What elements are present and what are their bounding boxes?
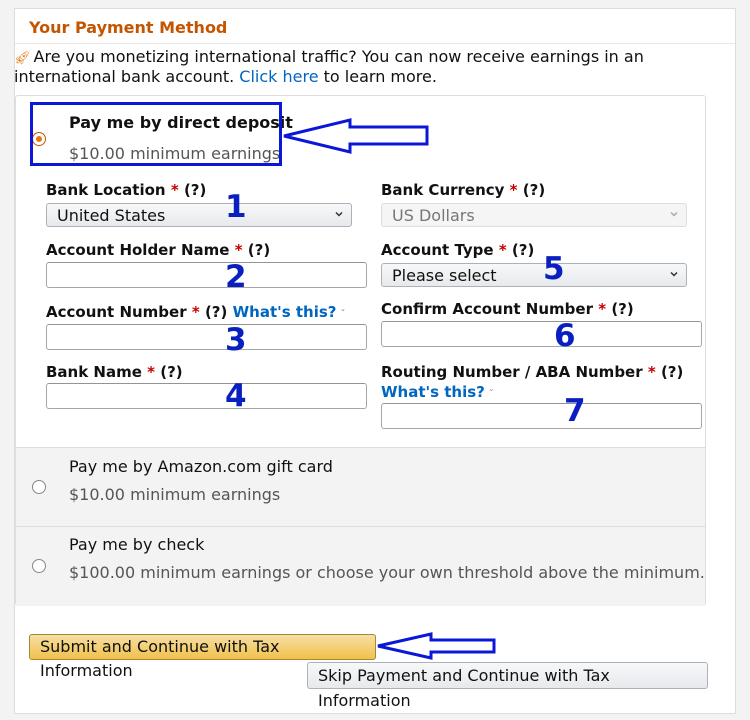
annotation-number-1: 1 <box>225 189 247 225</box>
skip-payment-button[interactable]: Skip Payment and Continue with Tax Infor… <box>307 662 708 710</box>
account-holder-name-label: Account Holder Name * (?) <box>46 241 271 259</box>
left-arrow-annotation-icon <box>283 118 429 154</box>
bank-location-label: Bank Location * (?) <box>46 181 207 199</box>
bank-currency-label: Bank Currency * (?) <box>381 181 546 199</box>
account-holder-name-help[interactable]: (?) <box>248 241 270 259</box>
check-radio[interactable] <box>32 559 46 573</box>
annotation-number-2: 2 <box>225 259 247 295</box>
bank-name-input[interactable] <box>46 383 367 409</box>
gift-card-radio[interactable] <box>32 480 46 494</box>
panel-title: Your Payment Method <box>29 18 228 37</box>
chevron-down-icon <box>335 211 343 217</box>
check-minimum: $100.00 minimum earnings or choose your … <box>69 563 705 582</box>
annotation-number-3: 3 <box>225 322 247 358</box>
caret-down-icon: ˇ <box>340 309 346 320</box>
annotation-number-5: 5 <box>543 251 565 287</box>
bank-currency-help[interactable]: (?) <box>523 181 545 199</box>
routing-number-input[interactable] <box>381 403 702 429</box>
bank-name-label: Bank Name * (?) <box>46 363 183 381</box>
confirm-account-number-label: Confirm Account Number * (?) <box>381 300 634 318</box>
submit-continue-tax-button[interactable]: Submit and Continue with Tax Information <box>29 634 376 680</box>
bank-location-select[interactable]: United States <box>46 203 352 227</box>
annotation-number-7: 7 <box>564 393 586 429</box>
account-type-help[interactable]: (?) <box>512 241 534 259</box>
account-type-select[interactable]: Please select <box>381 263 687 287</box>
panel-header: Your Payment Method <box>15 9 735 44</box>
bank-name-help[interactable]: (?) <box>160 363 182 381</box>
gift-card-label[interactable]: Pay me by Amazon.com gift card <box>69 457 333 476</box>
direct-deposit-highlight-box <box>30 102 282 166</box>
confirm-account-number-help[interactable]: (?) <box>611 300 633 318</box>
routing-number-label: Routing Number / ABA Number * (?) <box>381 363 684 381</box>
click-here-link[interactable]: Click here <box>239 67 318 86</box>
account-number-label: Account Number * (?) What's this? ˇ <box>46 303 346 321</box>
payment-options-box: Pay me by direct deposit $10.00 minimum … <box>15 95 706 606</box>
routing-number-whats-this-link[interactable]: What's this? <box>381 383 485 401</box>
routing-number-help[interactable]: (?) <box>661 363 683 381</box>
bank-currency-select: US Dollars <box>381 203 687 227</box>
bank-location-help[interactable]: (?) <box>184 181 206 199</box>
annotation-number-4: 4 <box>225 378 247 414</box>
annotation-number-6: 6 <box>554 318 576 354</box>
account-number-input[interactable] <box>46 324 367 350</box>
chevron-down-icon <box>670 271 678 277</box>
account-holder-name-input[interactable] <box>46 262 367 288</box>
check-label[interactable]: Pay me by check <box>69 535 204 554</box>
account-type-label: Account Type * (?) <box>381 241 535 259</box>
routing-number-whats-this: What's this? ˇ <box>381 383 494 401</box>
account-number-whats-this-link[interactable]: What's this? <box>233 303 337 321</box>
international-notice: 🚀︎ Are you monetizing international traff… <box>14 47 644 86</box>
confirm-account-number-input[interactable] <box>381 321 702 347</box>
check-option[interactable]: Pay me by check $100.00 minimum earnings… <box>16 526 705 606</box>
gift-card-minimum: $10.00 minimum earnings <box>69 485 281 504</box>
chevron-down-icon <box>670 211 678 217</box>
account-number-help[interactable]: (?) <box>205 303 227 321</box>
gift-card-option[interactable]: Pay me by Amazon.com gift card $10.00 mi… <box>16 447 705 526</box>
caret-down-icon: ˇ <box>488 389 494 400</box>
left-arrow-annotation-icon <box>377 632 496 660</box>
rocket-icon: 🚀︎ <box>14 51 31 66</box>
